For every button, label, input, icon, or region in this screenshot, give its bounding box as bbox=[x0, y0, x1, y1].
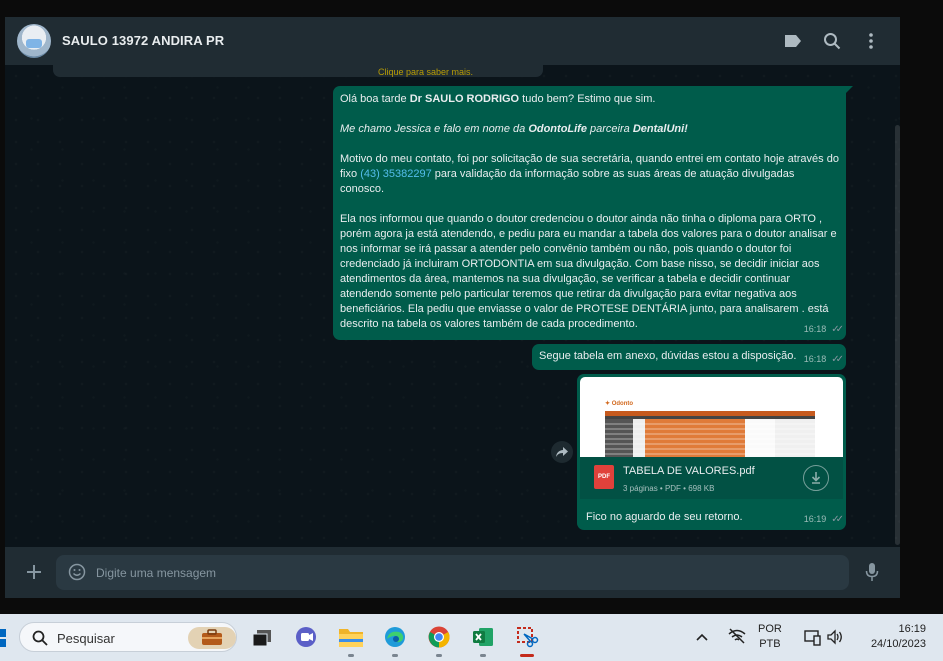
contact-name[interactable]: SAULO 13972 ANDIRA PR bbox=[62, 33, 224, 48]
search-icon bbox=[32, 630, 48, 651]
bold-text: OdontoLife bbox=[528, 123, 587, 135]
message-input-box[interactable]: Digite uma mensagem bbox=[56, 555, 849, 590]
pdf-thumbnail[interactable]: ✦ Odonto bbox=[580, 377, 843, 457]
message-paragraph: Me chamo Jessica e falo em nome da Odont… bbox=[340, 122, 839, 137]
clock-date: 24/10/2023 bbox=[870, 638, 926, 650]
outgoing-message[interactable]: Segue tabela em anexo, dúvidas estou a d… bbox=[532, 344, 846, 370]
previous-message: Clique para saber mais. bbox=[53, 65, 543, 77]
text-span: parceira bbox=[586, 123, 633, 135]
language-text: POR bbox=[758, 623, 782, 635]
file-name[interactable]: TABELA DE VALORES.pdf bbox=[623, 464, 755, 479]
excel-icon[interactable] bbox=[469, 623, 497, 657]
active-indicator bbox=[520, 654, 534, 657]
screen: SAULO 13972 ANDIRA PR Clique para saber … bbox=[0, 0, 943, 661]
read-ticks-icon: ✓✓ bbox=[831, 514, 844, 525]
file-meta: 3 páginas • PDF • 698 KB bbox=[623, 484, 715, 493]
attach-plus-icon[interactable] bbox=[23, 561, 45, 583]
message-paragraph: Motivo do meu contato, foi por solicitaç… bbox=[340, 152, 839, 197]
system-tray-icons[interactable] bbox=[804, 628, 844, 651]
label-icon[interactable] bbox=[781, 29, 805, 53]
contact-avatar[interactable] bbox=[17, 24, 51, 58]
download-icon[interactable] bbox=[803, 465, 829, 491]
bold-text: Dr SAULO RODRIGO bbox=[409, 93, 520, 105]
read-ticks-icon: ✓✓ bbox=[831, 354, 844, 365]
pdf-thumbnail-logo: ✦ Odonto bbox=[605, 401, 634, 407]
message-composer: Digite uma mensagem bbox=[5, 547, 900, 598]
taskbar-search-placeholder[interactable]: Pesquisar bbox=[57, 631, 115, 646]
chat-scrollbar[interactable] bbox=[895, 125, 900, 545]
chat-area[interactable]: Clique para saber mais. Olá boa tarde Dr… bbox=[5, 65, 900, 547]
message-paragraph: Ela nos informou que quando o doutor cre… bbox=[340, 213, 837, 330]
previous-message-text: Clique para saber mais. bbox=[378, 67, 474, 77]
message-time: 16:18 ✓✓ bbox=[803, 322, 844, 337]
menu-icon[interactable] bbox=[859, 29, 883, 53]
phone-link[interactable]: (43) 35382297 bbox=[360, 168, 432, 180]
edge-icon[interactable] bbox=[381, 623, 409, 657]
bold-text: DentalUni! bbox=[632, 123, 688, 135]
message-input[interactable]: Digite uma mensagem bbox=[96, 566, 216, 580]
emoji-icon[interactable] bbox=[68, 563, 86, 581]
chrome-icon[interactable] bbox=[425, 623, 453, 657]
pdf-file-icon: PDF bbox=[594, 465, 614, 489]
taskbar-clock[interactable]: 16:19 24/10/2023 bbox=[858, 622, 926, 652]
file-row[interactable]: PDF TABELA DE VALORES.pdf 3 páginas • PD… bbox=[580, 457, 843, 499]
search-icon[interactable] bbox=[820, 29, 844, 53]
outgoing-message[interactable]: Olá boa tarde Dr SAULO RODRIGO tudo bem?… bbox=[333, 86, 853, 340]
time-text: 16:18 bbox=[803, 324, 827, 334]
message-time: 16:19 ✓✓ bbox=[803, 512, 844, 527]
running-indicator bbox=[348, 654, 354, 657]
language-indicator[interactable]: POR PTB bbox=[758, 622, 782, 652]
time-text: 16:18 bbox=[803, 354, 827, 364]
document-caption: Fico no aguardo de seu retorno. bbox=[586, 511, 743, 523]
pdf-thumbnail-table bbox=[605, 411, 815, 457]
keyboard-text: PTB bbox=[759, 638, 781, 650]
running-indicator bbox=[436, 654, 442, 657]
text-span: tudo bem? Estimo que sim. bbox=[519, 93, 656, 105]
read-ticks-icon: ✓✓ bbox=[831, 324, 844, 335]
running-indicator bbox=[392, 654, 398, 657]
file-explorer-icon[interactable] bbox=[337, 623, 365, 657]
teams-icon[interactable] bbox=[292, 623, 320, 651]
message-paragraph: Olá boa tarde Dr SAULO RODRIGO tudo bem?… bbox=[340, 92, 839, 107]
briefcase-icon bbox=[196, 623, 224, 651]
whatsapp-window: SAULO 13972 ANDIRA PR Clique para saber … bbox=[5, 17, 900, 598]
chat-header[interactable]: SAULO 13972 ANDIRA PR bbox=[5, 17, 900, 65]
message-time: 16:18 ✓✓ bbox=[803, 352, 844, 367]
snipping-tool-icon[interactable] bbox=[513, 623, 541, 657]
chevron-up-icon[interactable] bbox=[696, 630, 708, 644]
document-message[interactable]: ✦ Odonto PDF TABELA DE VALORES.pdf 3 pág… bbox=[577, 374, 846, 530]
network-offline-icon[interactable] bbox=[728, 628, 746, 649]
forward-icon[interactable] bbox=[551, 441, 573, 463]
message-text: Segue tabela em anexo, dúvidas estou a d… bbox=[539, 350, 797, 362]
clock-time: 16:19 bbox=[898, 623, 926, 635]
microphone-icon[interactable] bbox=[862, 561, 882, 583]
windows-taskbar: Pesquisar POR PTB 16:19 24/10/2023 bbox=[0, 614, 943, 661]
windows-start-icon[interactable] bbox=[0, 629, 7, 647]
time-text: 16:19 bbox=[803, 514, 827, 524]
task-view-icon[interactable] bbox=[248, 623, 276, 651]
text-span: Me chamo Jessica e falo em nome da bbox=[340, 123, 529, 135]
text-span: Olá boa tarde bbox=[340, 93, 410, 105]
running-indicator bbox=[480, 654, 486, 657]
